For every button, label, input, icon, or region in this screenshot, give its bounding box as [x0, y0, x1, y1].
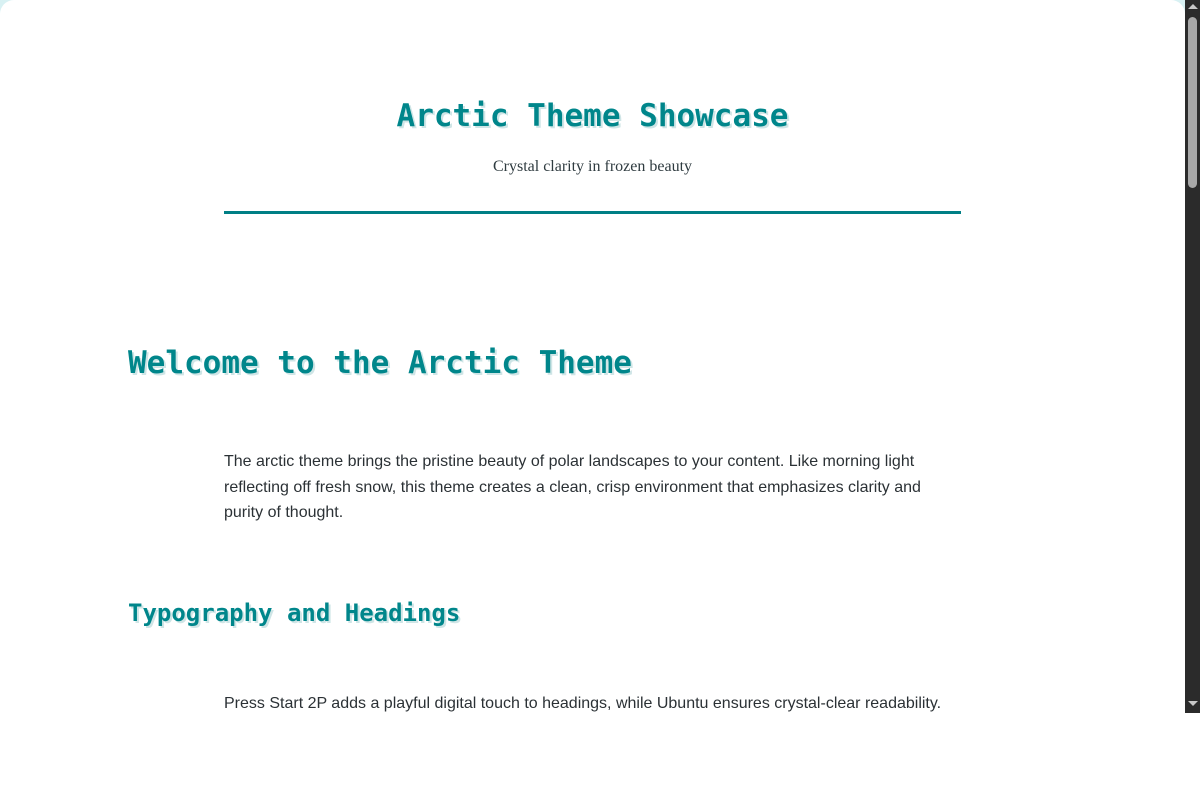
- below-viewport-area: [0, 713, 1200, 800]
- section-heading-typography: Typography and Headings: [128, 599, 461, 627]
- header-divider: [224, 211, 961, 214]
- triangle-up-icon[interactable]: [1188, 4, 1198, 9]
- section-heading-welcome: Welcome to the Arctic Theme: [128, 345, 632, 381]
- triangle-down-icon[interactable]: [1188, 701, 1198, 706]
- site-title: Arctic Theme Showcase: [396, 98, 789, 134]
- site-tagline: Crystal clarity in frozen beauty: [492, 158, 693, 175]
- section-paragraph-typography: Press Start 2P adds a playful digital to…: [224, 695, 942, 712]
- page-viewport: Arctic Theme Showcase Crystal clarity in…: [0, 0, 1185, 713]
- vertical-scrollbar[interactable]: [1185, 0, 1200, 713]
- section-paragraph-welcome: The arctic theme brings the pristine bea…: [224, 453, 921, 521]
- scrollbar-thumb[interactable]: [1188, 17, 1197, 188]
